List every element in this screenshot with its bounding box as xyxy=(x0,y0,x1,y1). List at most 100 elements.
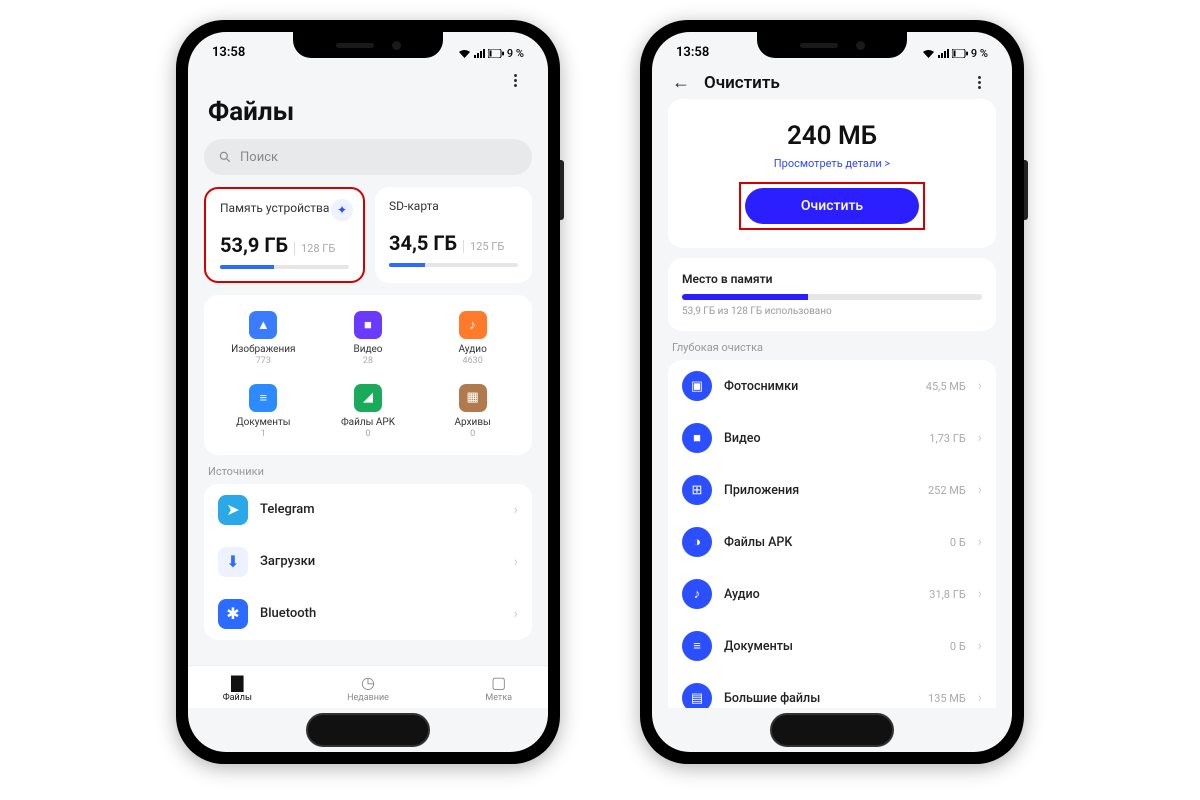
nav-label: Недавние xyxy=(303,693,434,703)
storage-total: 128 ГБ xyxy=(294,242,335,255)
category-count: 28 xyxy=(321,356,416,366)
source-icon: ➤ xyxy=(218,495,248,525)
deep-size: 135 МБ xyxy=(928,692,966,705)
nav-Метка[interactable]: ▢Метка xyxy=(433,666,548,708)
deep-name: Файлы APK xyxy=(724,535,938,550)
category-name: Файлы APK xyxy=(321,417,416,428)
category-icon: ▲ xyxy=(249,311,277,339)
nav-label: Файлы xyxy=(188,693,303,703)
deep-label: Глубокая очистка xyxy=(672,341,992,354)
more-icon[interactable] xyxy=(966,72,992,93)
battery-pct: 9 % xyxy=(507,47,524,60)
chevron-right-icon: › xyxy=(514,606,518,622)
deep-name: Приложения xyxy=(724,483,916,498)
back-button[interactable]: ← xyxy=(672,72,690,93)
source-name: Bluetooth xyxy=(260,606,502,621)
search-input[interactable]: Поиск xyxy=(204,139,532,175)
chevron-right-icon: › xyxy=(978,638,982,654)
category-Видео[interactable]: ■ Видео 28 xyxy=(319,305,418,372)
deep-Большие файлы[interactable]: ▤ Большие файлы 135 МБ › xyxy=(668,672,996,708)
storage-card-1[interactable]: SD-карта 34,5 ГБ125 ГБ xyxy=(375,187,532,283)
details-link[interactable]: Просмотреть детали > xyxy=(684,157,980,170)
storage-used: 34,5 ГБ xyxy=(389,231,457,255)
category-count: 0 xyxy=(425,429,520,439)
clean-icon[interactable]: ✦ xyxy=(331,199,353,221)
memory-title: Место в памяти xyxy=(682,272,982,286)
nav-label: Метка xyxy=(433,693,548,703)
source-name: Telegram xyxy=(260,502,502,517)
source-Telegram[interactable]: ➤ Telegram › xyxy=(204,484,532,536)
chevron-right-icon: › xyxy=(514,502,518,518)
nav-Файлы[interactable]: ▇Файлы xyxy=(188,666,303,708)
clean-amount: 240 МБ xyxy=(684,121,980,151)
source-icon: ✱ xyxy=(218,599,248,629)
deep-Файлы APK[interactable]: ◑ Файлы APK 0 Б › xyxy=(668,516,996,568)
source-icon: ⬇ xyxy=(218,547,248,577)
wifi-icon xyxy=(922,49,935,59)
notch xyxy=(757,32,907,58)
signal-icon xyxy=(938,49,949,58)
category-count: 1 xyxy=(216,429,311,439)
category-Архивы[interactable]: ▦ Архивы 0 xyxy=(423,378,522,445)
status-time: 13:58 xyxy=(212,45,245,60)
wifi-icon xyxy=(458,49,471,59)
chevron-right-icon: › xyxy=(514,554,518,570)
chevron-right-icon: › xyxy=(978,430,982,446)
category-icon: ▦ xyxy=(459,384,487,412)
deep-icon: ■ xyxy=(682,423,712,453)
category-name: Архивы xyxy=(425,417,520,428)
chevron-right-icon: › xyxy=(978,482,982,498)
source-Bluetooth[interactable]: ✱ Bluetooth › xyxy=(204,588,532,640)
category-name: Документы xyxy=(216,417,311,428)
highlight-clean-button: Очистить xyxy=(739,182,925,230)
category-Документы[interactable]: ≡ Документы 1 xyxy=(214,378,313,445)
status-time: 13:58 xyxy=(676,45,709,60)
page-title: Очистить xyxy=(704,73,952,93)
storage-card-0[interactable]: Память устройства ✦ 53,9 ГБ128 ГБ xyxy=(204,187,365,283)
category-Файлы APK[interactable]: ◢ Файлы APK 0 xyxy=(319,378,418,445)
more-icon[interactable] xyxy=(502,70,528,91)
deep-icon: ▣ xyxy=(682,371,712,401)
deep-Документы[interactable]: ≡ Документы 0 Б › xyxy=(668,620,996,672)
notch xyxy=(293,32,443,58)
category-name: Изображения xyxy=(216,344,311,355)
bottom-nav: ▇Файлы◷Недавние▢Метка xyxy=(188,665,548,708)
memory-text: 53,9 ГБ из 128 ГБ использовано xyxy=(682,306,982,317)
phone-right: 13:58 9 % ← Очистить 240 МБ Просмотреть … xyxy=(640,20,1024,764)
deep-Аудио[interactable]: ♪ Аудио 31,8 ГБ › xyxy=(668,568,996,620)
deep-icon: ◑ xyxy=(682,527,712,557)
home-button[interactable] xyxy=(188,708,548,752)
deep-Фотоснимки[interactable]: ▣ Фотоснимки 45,5 МБ › xyxy=(668,360,996,412)
deep-icon: ≡ xyxy=(682,631,712,661)
storage-total: 125 ГБ xyxy=(463,240,504,253)
battery-icon xyxy=(488,49,504,58)
category-count: 4630 xyxy=(425,356,520,366)
deep-name: Видео xyxy=(724,431,917,446)
nav-icon: ◷ xyxy=(303,673,434,692)
category-icon: ◢ xyxy=(354,384,382,412)
clean-button[interactable]: Очистить xyxy=(745,188,919,224)
category-Изображения[interactable]: ▲ Изображения 773 xyxy=(214,305,313,372)
category-icon: ♪ xyxy=(459,311,487,339)
category-name: Аудио xyxy=(425,344,520,355)
home-button[interactable] xyxy=(652,708,1012,752)
deep-size: 31,8 ГБ xyxy=(929,588,966,601)
deep-name: Документы xyxy=(724,639,938,654)
nav-Недавние[interactable]: ◷Недавние xyxy=(303,666,434,708)
deep-icon: ♪ xyxy=(682,579,712,609)
category-count: 773 xyxy=(216,356,311,366)
nav-icon: ▇ xyxy=(188,673,303,692)
category-Аудио[interactable]: ♪ Аудио 4630 xyxy=(423,305,522,372)
category-icon: ■ xyxy=(354,311,382,339)
storage-used: 53,9 ГБ xyxy=(220,233,288,257)
deep-size: 252 МБ xyxy=(928,484,966,497)
chevron-right-icon: › xyxy=(978,586,982,602)
deep-size: 1,73 ГБ xyxy=(929,432,966,445)
deep-Приложения[interactable]: ⊞ Приложения 252 МБ › xyxy=(668,464,996,516)
deep-size: 45,5 МБ xyxy=(926,380,966,393)
battery-pct: 9 % xyxy=(971,47,988,60)
deep-Видео[interactable]: ■ Видео 1,73 ГБ › xyxy=(668,412,996,464)
deep-name: Аудио xyxy=(724,587,917,602)
battery-icon xyxy=(952,49,968,58)
source-Загрузки[interactable]: ⬇ Загрузки › xyxy=(204,536,532,588)
